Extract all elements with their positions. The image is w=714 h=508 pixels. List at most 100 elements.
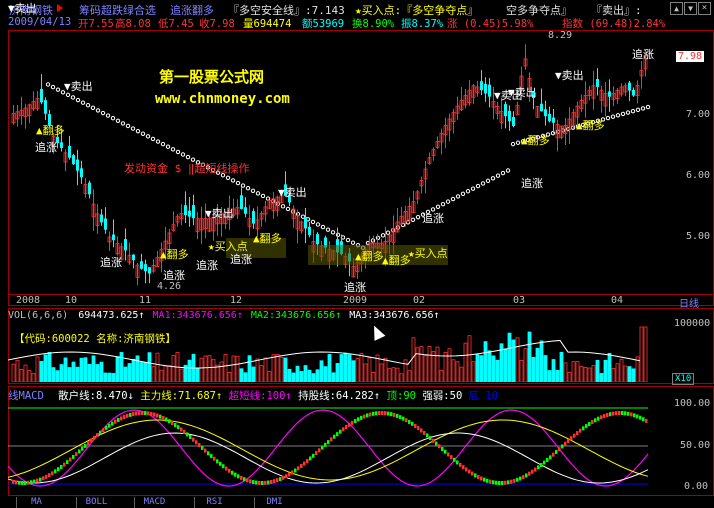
tab-rsi[interactable]: RSI [194,497,234,508]
volume-bar [423,355,428,382]
volume-bar [507,332,512,382]
price-tick-current: 7.98 [676,51,705,62]
volume-bar [627,366,632,382]
signal-sell: ▼卖出 [508,86,537,99]
period-label[interactable]: 日线 [679,295,699,310]
safety-line-dot [250,188,256,193]
volume-bar [379,363,384,382]
hold-line-mark [192,437,195,442]
hold-line-mark [435,441,438,446]
hold-line-mark [519,476,522,481]
volume-bar [403,359,408,382]
signal-sell: ▼卖出 [205,207,234,220]
volume-bar [179,368,184,382]
volume-bar [127,363,132,382]
tab-ma[interactable]: MA [16,497,56,508]
volume-bar [239,368,244,382]
volume-bar [535,347,540,382]
hold-line-mark [399,415,402,420]
volume-bar [419,346,424,382]
up-arrow-icon[interactable]: ▲ [670,2,683,15]
volume-bar [155,352,160,382]
hold-line-mark [513,478,516,483]
quote-turnover: 换8.90% [352,18,395,30]
candle-body [44,100,47,114]
volume-bar [503,348,508,382]
volume-bar [83,357,88,382]
candle-body [72,155,75,165]
hold-line-mark [126,413,129,418]
volume-bar [595,359,600,382]
tab-boll[interactable]: BOLL [76,497,116,508]
volume-bar [87,363,92,382]
hold-line-mark [36,478,39,483]
volume-bar [71,361,76,382]
volume-bar [35,356,40,382]
volume-bar [515,337,520,382]
hold-line-mark [531,469,534,474]
volume-bar [391,367,396,382]
quote-low: 低7.45 [158,18,194,30]
hold-line-mark [219,461,222,466]
safety-line-dot [615,113,621,118]
hold-line-mark [237,474,240,479]
signal-chase: 追涨 [100,256,122,269]
volume-bar [31,373,36,382]
hold-line-mark [570,436,573,441]
down-arrow-icon[interactable]: ▼ [684,2,697,15]
volume-bar [159,369,164,382]
volume-bar [611,368,616,382]
volume-bar [43,354,48,382]
safety-line-dot [135,128,141,134]
hold-line-mark [543,460,546,465]
volume-bar [335,363,340,382]
signal-sell: ▼卖出 [555,69,584,82]
volume-bar [295,365,300,382]
candle-body [488,84,491,97]
candle-body [140,261,143,269]
safety-line-dot [155,139,161,144]
hold-line-mark [432,438,435,443]
candle-body [76,159,79,171]
hold-line-mark [357,417,360,422]
volume-bar [211,358,216,382]
hold-line-mark [606,413,609,418]
safety-line-dot [130,126,136,131]
hold-line-mark [492,480,495,485]
hold-line-mark [66,460,69,465]
volume-chart[interactable] [8,320,672,382]
signal-flip: ▲翻多 [521,134,550,147]
safety-line-dot [315,222,321,227]
hold-line-mark [225,466,228,471]
tab-dmi[interactable]: DMI [254,497,294,508]
candle-body [80,168,83,178]
hold-line-mark [345,424,348,429]
hold-line-mark [489,479,492,484]
hold-line-mark [141,411,144,416]
hold-line-mark [456,460,459,465]
hold-line-mark [228,468,231,473]
safety-line-dot [500,170,506,176]
volume-bar [235,355,240,382]
tab-macd[interactable]: MACD [134,497,174,508]
date-tick: 12 [230,295,243,306]
safety-line-dot [510,141,516,147]
safety-line-dot [85,103,91,108]
safety-line-dot [145,134,151,139]
hold-line-mark [384,411,387,416]
safety-line-dot [415,214,421,220]
hold-line-mark [27,480,30,485]
volume-bar [467,335,472,382]
macd-chart[interactable] [8,398,672,494]
volume-bar [103,372,108,382]
volume-bar [603,359,608,382]
volume-bar [351,360,356,382]
candle-body [316,234,319,245]
volume-bar [555,369,560,382]
close-icon[interactable]: × [698,2,711,15]
hold-line-mark [270,479,273,484]
volume-bar [463,342,468,382]
hold-line-mark [273,479,276,484]
hold-line-mark [402,416,405,421]
hold-line-mark [477,474,480,479]
